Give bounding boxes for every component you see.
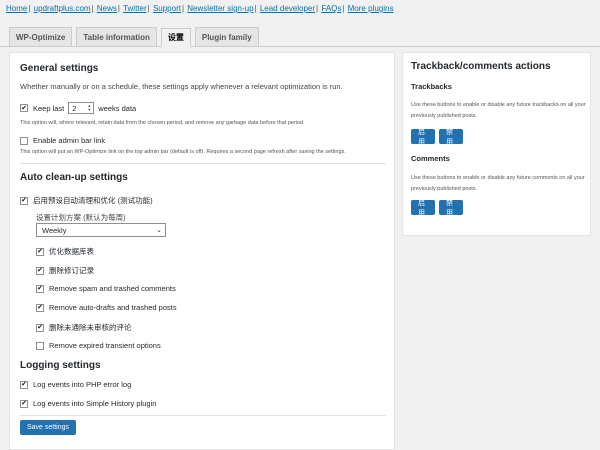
link-news[interactable]: News xyxy=(97,4,117,13)
save-settings-button[interactable]: Save settings xyxy=(20,420,77,435)
schedule-select-value: Weekly xyxy=(42,225,67,235)
auto-option-row: ✔ Remove auto-drafts and trashed posts xyxy=(36,303,177,312)
top-links: Home| updraftplus.com| News| Twitter| Su… xyxy=(6,4,394,13)
link-twitter[interactable]: Twitter xyxy=(123,4,147,13)
comments-description-line2: previously published posts. xyxy=(411,186,478,192)
log-php-checkbox[interactable]: ✔ xyxy=(20,380,28,389)
schedule-label: 设置计划方案 (默认为每周) xyxy=(36,213,126,222)
general-settings-description: Whether manually or on a schedule, these… xyxy=(20,82,343,91)
comments-description-line1: Use these buttons to enable or disable a… xyxy=(411,175,585,181)
logging-option-row: ✔ Log events into Simple History plugin xyxy=(20,399,156,408)
keep-last-note: This option will, where relevant, retain… xyxy=(20,120,305,126)
tab-settings[interactable]: 设置 xyxy=(160,28,191,47)
remove-transients-label: Remove expired transient options xyxy=(49,341,161,350)
keep-last-row: ✔ Keep last 2 ▲ ▼ weeks data xyxy=(20,102,136,114)
keep-last-weeks-input[interactable]: 2 ▲ ▼ xyxy=(68,102,95,114)
keep-last-label: Keep last xyxy=(33,103,65,113)
tab-divider xyxy=(0,46,600,47)
remove-unapproved-comments-label: 删除未通除未审核的评论 xyxy=(49,323,132,332)
auto-cleanup-enable-checkbox[interactable]: ✔ xyxy=(20,196,28,205)
auto-option-row: Remove expired transient options xyxy=(36,341,161,350)
trackbacks-description-line1: Use these buttons to enable or disable a… xyxy=(411,102,586,108)
keep-last-checkbox[interactable]: ✔ xyxy=(20,104,28,112)
trackback-comments-panel: Trackback/comments actions Trackbacks Us… xyxy=(402,52,591,236)
auto-option-row: ✔ 删除修订记录 xyxy=(36,265,94,276)
tab-plugin-family[interactable]: Plugin family xyxy=(194,27,259,46)
admin-bar-row: Enable admin bar link xyxy=(20,136,105,145)
remove-revisions-label: 删除修订记录 xyxy=(49,266,94,275)
keep-last-weeks-value: 2 xyxy=(72,103,77,113)
schedule-select[interactable]: Weekly ⌄ xyxy=(36,223,166,237)
auto-cleanup-enable-label: 启用预设自动清理和优化 (测试功能) xyxy=(33,196,153,205)
log-php-label: Log events into PHP error log xyxy=(33,380,132,389)
settings-panel: General settings Whether manually or on … xyxy=(9,52,395,450)
chevron-down-icon: ⌄ xyxy=(156,227,162,234)
admin-bar-note: This option will put an WP-Optimize link… xyxy=(20,149,346,155)
auto-cleanup-enable-row: ✔ 启用预设自动清理和优化 (测试功能) xyxy=(20,195,153,206)
spinner-icon[interactable]: ▲ ▼ xyxy=(87,104,91,112)
link-lead-developer[interactable]: Lead developer xyxy=(260,4,315,13)
comments-enable-button[interactable]: 启用 xyxy=(411,200,435,217)
auto-option-row: ✔ 删除未通除未审核的评论 xyxy=(36,322,132,333)
remove-revisions-checkbox[interactable]: ✔ xyxy=(36,266,44,275)
log-simple-history-checkbox[interactable]: ✔ xyxy=(20,399,28,408)
general-settings-heading: General settings xyxy=(20,63,99,74)
optimize-tables-label: 优化数据库表 xyxy=(49,247,94,256)
trackbacks-description-line2: previously published posts. xyxy=(411,113,478,119)
link-home[interactable]: Home xyxy=(6,4,27,13)
admin-bar-label: Enable admin bar link xyxy=(33,136,106,145)
auto-cleanup-heading: Auto clean-up settings xyxy=(20,172,128,183)
comments-heading: Comments xyxy=(411,154,450,163)
tab-bar: WP-Optimize Table information 设置 Plugin … xyxy=(9,27,263,47)
comments-disable-button[interactable]: 禁用 xyxy=(439,200,463,217)
trackback-comments-heading: Trackback/comments actions xyxy=(411,61,551,72)
remove-auto-drafts-checkbox[interactable]: ✔ xyxy=(36,303,44,312)
remove-spam-checkbox[interactable]: ✔ xyxy=(36,284,44,293)
admin-bar-checkbox[interactable] xyxy=(20,136,28,145)
remove-unapproved-comments-checkbox[interactable]: ✔ xyxy=(36,323,44,332)
link-updraftplus[interactable]: updraftplus.com xyxy=(34,4,91,13)
link-faqs[interactable]: FAQs xyxy=(321,4,341,13)
divider xyxy=(20,415,386,416)
link-newsletter[interactable]: Newsletter sign-up xyxy=(187,4,253,13)
remove-auto-drafts-label: Remove auto-drafts and trashed posts xyxy=(49,303,177,312)
tab-table-information[interactable]: Table information xyxy=(76,27,157,46)
link-support[interactable]: Support xyxy=(153,4,181,13)
weeks-data-label: weeks data xyxy=(98,103,137,113)
remove-spam-label: Remove spam and trashed comments xyxy=(49,284,176,293)
remove-transients-checkbox[interactable] xyxy=(36,341,44,350)
divider xyxy=(20,163,386,164)
trackbacks-heading: Trackbacks xyxy=(411,82,452,91)
trackbacks-disable-button[interactable]: 禁用 xyxy=(439,129,463,146)
tab-wp-optimize[interactable]: WP-Optimize xyxy=(9,27,73,46)
link-more-plugins[interactable]: More plugins xyxy=(348,4,394,13)
log-simple-history-label: Log events into Simple History plugin xyxy=(33,399,157,408)
trackbacks-enable-button[interactable]: 启用 xyxy=(411,129,435,146)
logging-option-row: ✔ Log events into PHP error log xyxy=(20,380,131,389)
auto-option-row: ✔ Remove spam and trashed comments xyxy=(36,284,176,293)
logging-heading: Logging settings xyxy=(20,360,101,371)
auto-option-row: ✔ 优化数据库表 xyxy=(36,246,94,257)
optimize-tables-checkbox[interactable]: ✔ xyxy=(36,247,44,256)
